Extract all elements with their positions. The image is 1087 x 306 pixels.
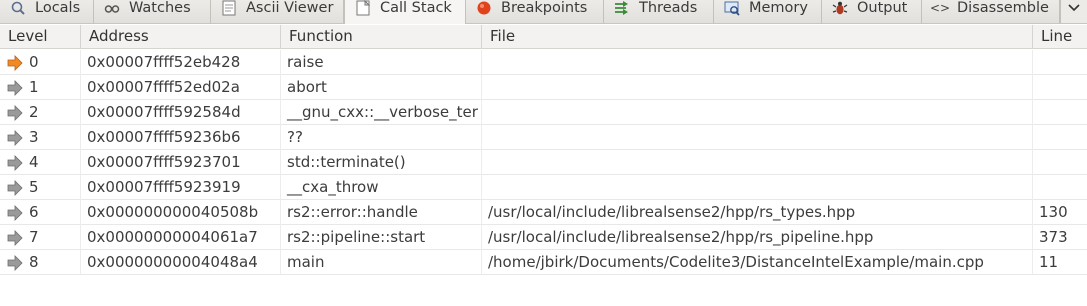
frame-level: 0 <box>29 53 39 71</box>
frame-arrow-icon <box>7 229 23 246</box>
frame-arrow-icon <box>7 254 23 271</box>
tab-label: Disassemble <box>957 0 1049 16</box>
frame-address: 0x00007ffff59236b6 <box>81 125 281 150</box>
threads-icon <box>614 0 630 16</box>
tab-output[interactable]: Output <box>822 0 922 23</box>
tab-overflow-button[interactable] <box>1060 0 1087 23</box>
table-row[interactable]: 7 0x00000000004061a7 rs2::pipeline::star… <box>0 225 1087 250</box>
output-icon <box>832 0 848 16</box>
frame-level: 3 <box>29 128 39 146</box>
column-header-line[interactable]: Line <box>1033 25 1087 48</box>
table-row[interactable]: 4 0x00007ffff5923701 std::terminate() <box>0 150 1087 175</box>
frame-function: rs2::pipeline::start <box>281 225 482 250</box>
tab-label: Memory <box>749 0 808 16</box>
tab-call-stack[interactable]: Call Stack <box>344 0 466 24</box>
table-row[interactable]: 3 0x00007ffff59236b6 ?? <box>0 125 1087 150</box>
disassemble-icon: <> <box>929 0 951 15</box>
frame-level: 2 <box>29 103 39 121</box>
frame-function: rs2::error::handle <box>281 200 482 225</box>
frame-arrow-icon <box>7 204 23 221</box>
frame-line: 130 <box>1039 203 1068 221</box>
current-frame-arrow-icon <box>7 54 23 71</box>
locals-icon <box>10 0 26 16</box>
frame-arrow-icon <box>7 154 23 171</box>
tab-bar: Locals Watches Ascii Viewer Call Stack B… <box>0 0 1087 24</box>
frame-file <box>482 175 1033 200</box>
frame-level: 1 <box>29 78 39 96</box>
frame-line <box>1033 50 1087 75</box>
frame-line: 373 <box>1039 228 1068 246</box>
tab-breakpoints[interactable]: Breakpoints <box>466 0 604 23</box>
tab-locals[interactable]: Locals <box>0 0 94 23</box>
frame-function: abort <box>281 75 482 100</box>
frame-address: 0x00007ffff592584d <box>81 100 281 125</box>
frame-arrow-icon <box>7 79 23 96</box>
tab-ascii-viewer[interactable]: Ascii Viewer <box>211 0 344 23</box>
call-stack-header: Level Address Function File Line <box>0 25 1087 49</box>
frame-level: 8 <box>29 253 39 271</box>
column-header-level[interactable]: Level <box>0 25 81 48</box>
frame-arrow-icon <box>7 179 23 196</box>
frame-function: __gnu_cxx::__verbose_ter <box>281 100 482 125</box>
table-row[interactable]: 0 0x00007ffff52eb428 raise <box>0 50 1087 75</box>
frame-file: /usr/local/include/librealsense2/hpp/rs_… <box>482 200 1033 225</box>
frame-arrow-icon <box>7 104 23 121</box>
frame-line <box>1033 150 1087 175</box>
frame-function: __cxa_throw <box>281 175 482 200</box>
frame-address: 0x000000000040508b <box>81 200 281 225</box>
memory-icon <box>724 0 740 16</box>
tab-label: Breakpoints <box>501 0 588 16</box>
frame-address: 0x00000000004061a7 <box>81 225 281 250</box>
table-row[interactable]: 8 0x00000000004048a4 main /home/jbirk/Do… <box>0 250 1087 275</box>
frame-address: 0x00007ffff5923919 <box>81 175 281 200</box>
tab-label: Locals <box>35 0 81 16</box>
tab-label: Call Stack <box>380 0 452 16</box>
frame-line <box>1033 75 1087 100</box>
frame-line <box>1033 175 1087 200</box>
tab-disassemble[interactable]: <> Disassemble <box>922 0 1060 23</box>
column-header-address[interactable]: Address <box>81 25 281 48</box>
breakpoint-icon <box>476 0 492 16</box>
table-row[interactable]: 1 0x00007ffff52ed02a abort <box>0 75 1087 100</box>
frame-line: 11 <box>1039 253 1059 271</box>
frame-function: ?? <box>281 125 482 150</box>
column-header-file[interactable]: File <box>482 25 1033 48</box>
frame-arrow-icon <box>7 129 23 146</box>
frame-level: 7 <box>29 228 39 246</box>
ascii-viewer-icon <box>221 0 237 16</box>
frame-file <box>482 100 1033 125</box>
frame-address: 0x00007ffff52ed02a <box>81 75 281 100</box>
frame-line <box>1033 100 1087 125</box>
frame-address: 0x00007ffff52eb428 <box>81 50 281 75</box>
tab-threads[interactable]: Threads <box>604 0 714 23</box>
chevron-down-icon <box>1068 3 1080 11</box>
frame-function: std::terminate() <box>281 150 482 175</box>
tab-memory[interactable]: Memory <box>714 0 822 23</box>
tab-label: Ascii Viewer <box>246 0 334 16</box>
frame-file: /home/jbirk/Documents/Codelite3/Distance… <box>482 250 1033 275</box>
frame-line <box>1033 125 1087 150</box>
column-header-function[interactable]: Function <box>281 25 482 48</box>
call-stack-icon <box>355 0 371 16</box>
frame-function: main <box>281 250 482 275</box>
frame-file <box>482 150 1033 175</box>
tab-watches[interactable]: Watches <box>94 0 211 23</box>
table-row[interactable]: 6 0x000000000040508b rs2::error::handle … <box>0 200 1087 225</box>
frame-level: 5 <box>29 178 39 196</box>
frame-address: 0x00000000004048a4 <box>81 250 281 275</box>
frame-file <box>482 75 1033 100</box>
tab-label: Output <box>857 0 908 16</box>
tab-label: Threads <box>639 0 698 16</box>
frame-file: /usr/local/include/librealsense2/hpp/rs_… <box>482 225 1033 250</box>
watches-icon <box>104 0 120 16</box>
frame-level: 6 <box>29 203 39 221</box>
table-row[interactable]: 2 0x00007ffff592584d __gnu_cxx::__verbos… <box>0 100 1087 125</box>
table-row[interactable]: 5 0x00007ffff5923919 __cxa_throw <box>0 175 1087 200</box>
frame-address: 0x00007ffff5923701 <box>81 150 281 175</box>
frame-file <box>482 50 1033 75</box>
frame-level: 4 <box>29 153 39 171</box>
frame-function: raise <box>281 50 482 75</box>
tab-label: Watches <box>129 0 191 16</box>
frame-file <box>482 125 1033 150</box>
